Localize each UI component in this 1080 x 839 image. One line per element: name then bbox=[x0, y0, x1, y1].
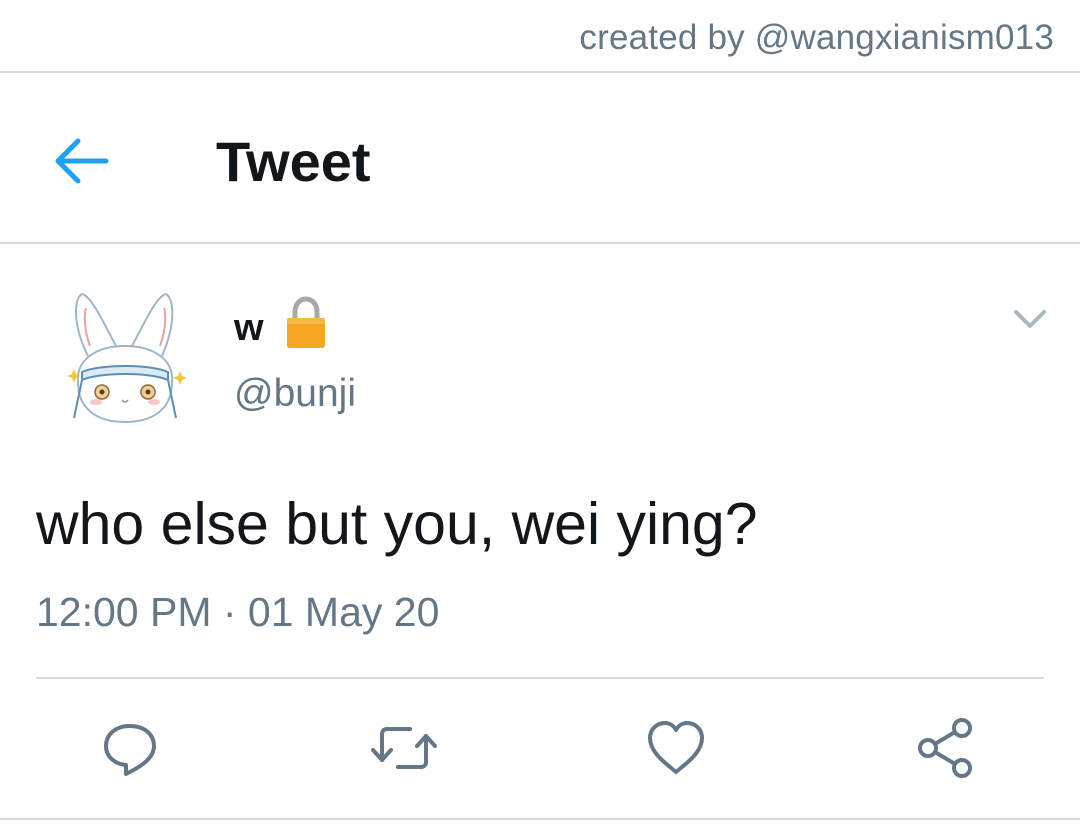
credit-text: created by @wangxianism013 bbox=[579, 18, 1054, 57]
divider bbox=[36, 677, 1044, 679]
tweet-timestamp: 12:00 PM · 01 May 20 bbox=[36, 589, 440, 635]
page-title: Tweet bbox=[216, 130, 371, 193]
heart-icon bbox=[644, 716, 708, 780]
share-icon bbox=[914, 716, 978, 780]
credit-bar: created by @wangxianism013 bbox=[0, 0, 1080, 73]
author-handle[interactable]: @bunji bbox=[234, 372, 356, 416]
back-button[interactable] bbox=[48, 131, 120, 191]
chevron-down-icon bbox=[1008, 302, 1052, 338]
header-bar: Tweet bbox=[0, 73, 1080, 244]
share-button[interactable] bbox=[914, 716, 978, 780]
lock-icon bbox=[284, 296, 328, 350]
avatar[interactable] bbox=[60, 284, 190, 434]
tweet-menu-button[interactable] bbox=[1008, 302, 1052, 338]
bunny-avatar-icon bbox=[60, 284, 190, 434]
tweet-text: who else but you, wei ying? bbox=[36, 491, 758, 557]
retweet-icon bbox=[368, 716, 437, 780]
speech-bubble-icon bbox=[98, 716, 162, 780]
author-display-name[interactable]: w bbox=[234, 307, 264, 350]
arrow-left-icon bbox=[48, 131, 120, 191]
reply-button[interactable] bbox=[98, 716, 162, 780]
retweet-button[interactable] bbox=[368, 716, 437, 780]
like-button[interactable] bbox=[644, 716, 708, 780]
bottom-divider bbox=[0, 818, 1080, 820]
